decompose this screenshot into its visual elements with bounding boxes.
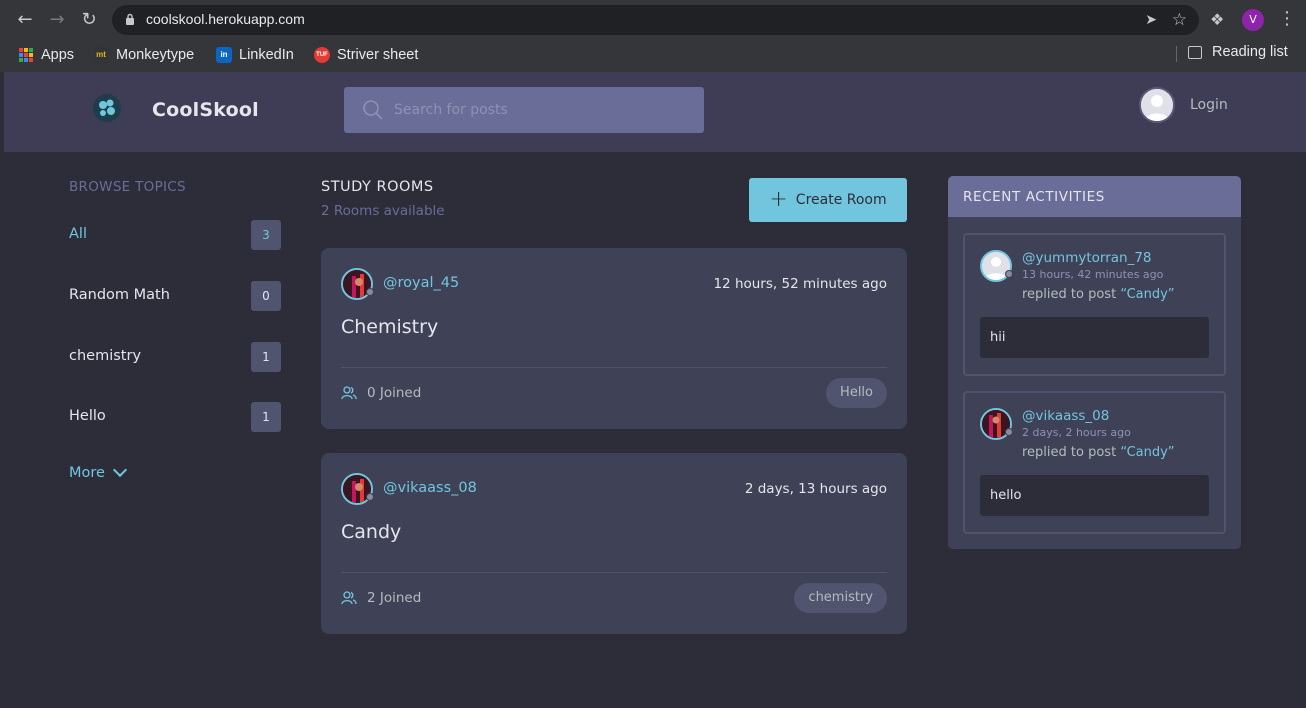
activity-post-link[interactable]: “Candy” (1120, 445, 1174, 460)
create-room-button[interactable]: + Create Room (749, 178, 907, 222)
study-rooms-title: STUDY ROOMS (321, 179, 434, 195)
activity-item: @vikaass_08 2 days, 2 hours ago replied … (963, 391, 1226, 534)
activities-header: RECENT ACTIVITIES (948, 176, 1241, 217)
user-silhouette-icon (1141, 89, 1173, 121)
browser-chrome: ← → ↻ coolskool.herokuapp.com ➤ ☆ ❖ V ⋮ … (0, 0, 1306, 72)
room-time: 12 hours, 52 minutes ago (713, 276, 887, 292)
topic-item-chemistry[interactable]: chemistry 1 (69, 342, 281, 374)
topic-count: 1 (251, 402, 281, 432)
app-root: CoolSkool Login BROWSE TOPICS All 3 Rand… (4, 72, 1306, 708)
back-arrow-icon[interactable]: ← (14, 9, 36, 31)
bookmark-monkeytype[interactable]: mt Monkeytype (93, 44, 194, 66)
bookmark-apps[interactable]: Apps (18, 44, 74, 66)
user-avatar[interactable] (1139, 87, 1175, 123)
activity-time: 13 hours, 42 minutes ago (1022, 268, 1164, 281)
topic-count: 3 (251, 220, 281, 250)
status-dot (366, 288, 374, 296)
activity-user-link[interactable]: @vikaass_08 (1022, 408, 1109, 424)
room-divider (341, 367, 887, 368)
room-host-link[interactable]: @vikaass_08 (383, 480, 477, 496)
send-tab-icon[interactable]: ➤ (1145, 12, 1157, 28)
room-title[interactable]: Chemistry (341, 316, 438, 338)
linkedin-icon: in (216, 47, 232, 63)
browse-topics-title: BROWSE TOPICS (69, 179, 186, 195)
plus-icon: + (769, 187, 788, 212)
topic-item-random-math[interactable]: Random Math 0 (69, 281, 281, 313)
bookmark-striver-sheet[interactable]: TUF Striver sheet (314, 44, 418, 66)
topic-count: 0 (251, 281, 281, 311)
app-header: CoolSkool Login (4, 72, 1306, 152)
profile-avatar[interactable]: V (1242, 9, 1264, 31)
search-input[interactable] (394, 97, 684, 123)
topic-item-hello[interactable]: Hello 1 (69, 402, 281, 434)
status-dot (1005, 428, 1013, 436)
bookmark-star-icon[interactable]: ☆ (1172, 10, 1187, 30)
forward-arrow-icon[interactable]: → (46, 9, 68, 31)
room-joined: 2 Joined (341, 590, 421, 606)
reading-list-icon (1188, 45, 1202, 59)
activity-user-link[interactable]: @yummytorran_78 (1022, 250, 1152, 266)
search-icon (363, 100, 383, 120)
people-icon (341, 591, 357, 605)
more-topics-button[interactable]: More (69, 462, 128, 481)
tuf-icon: TUF (314, 47, 330, 63)
room-host-link[interactable]: @royal_45 (383, 275, 459, 291)
topic-name: Random Math (69, 287, 170, 303)
activity-reply: hello (980, 475, 1209, 516)
address-bar[interactable]: coolskool.herokuapp.com ➤ ☆ (112, 5, 1199, 35)
activity-item: @yummytorran_78 13 hours, 42 minutes ago… (963, 233, 1226, 376)
topic-name: chemistry (69, 348, 142, 364)
room-topic-tag[interactable]: Hello (826, 378, 887, 408)
room-time: 2 days, 13 hours ago (744, 481, 887, 497)
topic-item-all[interactable]: All 3 (69, 220, 281, 252)
topic-name: All (69, 226, 87, 242)
room-topic-tag[interactable]: chemistry (794, 583, 887, 613)
activities-title: RECENT ACTIVITIES (963, 189, 1105, 205)
status-dot (1005, 270, 1013, 278)
reload-icon[interactable]: ↻ (78, 9, 100, 31)
room-title[interactable]: Candy (341, 521, 401, 543)
room-card[interactable]: @royal_45 12 hours, 52 minutes ago Chemi… (321, 248, 907, 429)
activity-action: replied to post “Candy” (1022, 445, 1175, 460)
reading-list-button[interactable]: Reading list (1188, 44, 1288, 60)
activity-action: replied to post “Candy” (1022, 287, 1175, 302)
topic-count: 1 (251, 342, 281, 372)
status-dot (366, 493, 374, 501)
activity-time: 2 days, 2 hours ago (1022, 426, 1131, 439)
login-link[interactable]: Login (1190, 97, 1228, 113)
room-card[interactable]: @vikaass_08 2 days, 13 hours ago Candy 2… (321, 453, 907, 634)
rooms-available-count: 2 Rooms available (321, 203, 445, 219)
url-text: coolskool.herokuapp.com (146, 11, 305, 27)
lock-icon (126, 13, 134, 25)
monkeytype-icon: mt (93, 47, 109, 63)
room-divider (341, 572, 887, 573)
coolskool-logo-icon[interactable] (93, 94, 121, 122)
bookmarks-divider (1176, 46, 1177, 62)
recent-activities-panel: RECENT ACTIVITIES @yummytorran_78 13 hou… (948, 176, 1241, 549)
apps-grid-icon (18, 47, 34, 63)
activity-reply: hii (980, 317, 1209, 358)
room-joined: 0 Joined (341, 385, 421, 401)
browser-menu-icon[interactable]: ⋮ (1278, 8, 1296, 29)
chevron-down-icon (112, 462, 128, 478)
search-box[interactable] (344, 87, 704, 133)
extensions-puzzle-icon[interactable]: ❖ (1210, 10, 1224, 29)
bookmark-linkedin[interactable]: in LinkedIn (216, 44, 294, 66)
topic-name: Hello (69, 408, 106, 424)
people-icon (341, 386, 357, 400)
brand-name[interactable]: CoolSkool (152, 99, 259, 121)
browser-toolbar: ← → ↻ coolskool.herokuapp.com ➤ ☆ ❖ V ⋮ (0, 0, 1306, 40)
activity-post-link[interactable]: “Candy” (1120, 287, 1174, 302)
bookmarks-bar: Apps mt Monkeytype in LinkedIn TUF Striv… (0, 40, 1306, 70)
